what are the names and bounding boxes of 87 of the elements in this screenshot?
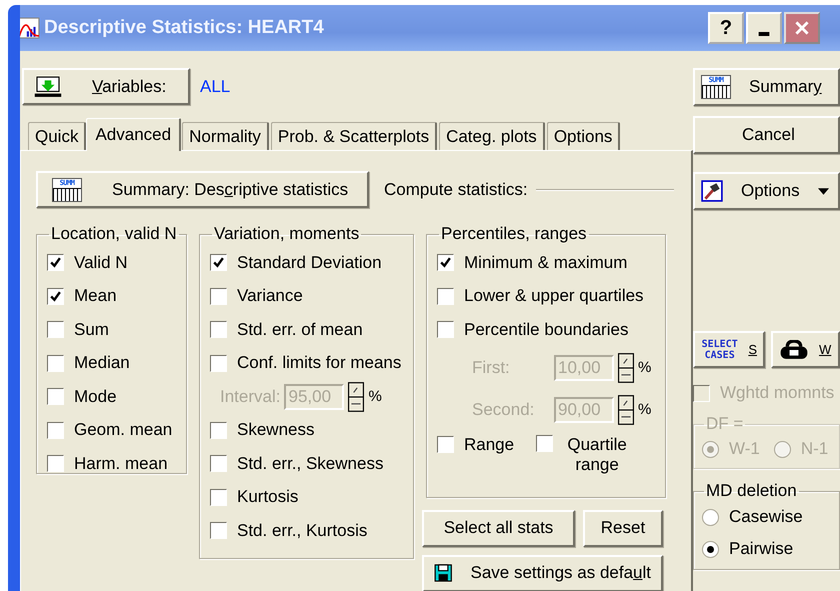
hammer-icon (701, 180, 723, 202)
checkbox-label: Std. err., Kurtosis (237, 520, 368, 541)
checkbox[interactable] (47, 455, 64, 472)
percent-sign: % (638, 359, 652, 376)
group-title: MD deletion (705, 481, 798, 501)
checkbox-label: Sum (74, 320, 109, 340)
checkbox-label: Median (74, 353, 130, 374)
checkbox[interactable] (437, 288, 454, 305)
tab[interactable]: Prob. & Scatterplots (270, 122, 438, 150)
checkbox-label: Range (464, 434, 514, 454)
save-settings-button[interactable]: Save settings as default (422, 554, 663, 591)
tab[interactable]: Categ. plots (439, 122, 545, 150)
weight-button[interactable]: W (771, 331, 840, 368)
options-button[interactable]: Options (693, 172, 840, 210)
spin-buttons-icon[interactable] (618, 352, 634, 382)
checkbox[interactable] (536, 434, 554, 452)
radio-button[interactable] (702, 540, 719, 558)
checkbox-label: Valid N (74, 252, 128, 273)
group-title: Variation, moments (213, 224, 360, 244)
checkbox-label: Minimum & maximum (464, 252, 628, 273)
checkbox-label: Std. err. of mean (237, 320, 363, 340)
tab[interactable]: Normality (182, 122, 269, 150)
checkbox-label: Mode (74, 386, 117, 407)
tab[interactable]: Options (546, 122, 620, 150)
dropdown-arrow-icon (818, 188, 829, 194)
checkbox-label: Std. err., Skewness (237, 454, 384, 474)
cancel-button[interactable]: Cancel (693, 116, 840, 154)
section-label: Compute statistics: (384, 180, 528, 200)
checkbox[interactable] (47, 288, 64, 305)
percent-sign: % (638, 401, 652, 418)
help-button[interactable]: ? (708, 12, 744, 44)
checkbox-label: Lower & upper quartiles (464, 286, 644, 306)
chart-icon (20, 17, 40, 39)
spin-buttons-icon[interactable] (348, 382, 364, 412)
checkbox-label: Variance (237, 286, 303, 306)
spin-buttons-icon[interactable] (618, 394, 634, 424)
checkbox-label: Mean (74, 286, 117, 306)
select-cases-button[interactable]: SELECT CASES S (693, 331, 765, 368)
window-title: Descriptive Statistics: HEART4 (44, 17, 324, 39)
radio-label: Pairwise (729, 539, 794, 559)
tab[interactable]: Advanced (86, 118, 182, 151)
checkbox[interactable] (47, 388, 64, 406)
checkbox[interactable] (210, 288, 227, 305)
variables-button[interactable]: Variables: (22, 68, 190, 105)
checkbox[interactable] (437, 254, 454, 272)
field-label: Second: (472, 400, 536, 420)
percent-sign: % (368, 388, 382, 406)
checkbox[interactable] (210, 354, 227, 372)
checkbox-label: Skewness (237, 420, 314, 440)
tab[interactable]: Quick (28, 122, 86, 150)
minimize-button[interactable] (746, 12, 782, 44)
checkbox-label: Standard Deviation (237, 252, 382, 273)
minimize-icon (758, 32, 770, 36)
group-title: Percentiles, ranges (440, 224, 588, 244)
checkbox[interactable] (210, 321, 227, 338)
checkbox[interactable] (437, 321, 454, 338)
checkbox[interactable] (210, 522, 227, 540)
checkbox[interactable] (210, 254, 227, 272)
group-title: Location, valid N (50, 224, 178, 244)
checkbox[interactable] (210, 422, 227, 439)
checkbox-label: Geom. mean (74, 420, 172, 440)
radio-label: Casewise (729, 507, 803, 527)
radio-label: W-1 (729, 439, 760, 459)
checkbox-label: Kurtosis (237, 487, 298, 508)
group-title: DF = (705, 414, 744, 434)
checkbox[interactable] (47, 354, 64, 372)
field-label: First: (472, 358, 511, 378)
weight-icon (779, 340, 809, 360)
checkbox[interactable] (47, 254, 64, 272)
checkbox[interactable] (210, 455, 227, 472)
field-label: Interval: (220, 386, 280, 407)
variables-value: ALL (200, 76, 230, 96)
checkbox[interactable] (47, 422, 64, 439)
radio-button[interactable] (702, 508, 719, 526)
action-button[interactable]: Reset (583, 510, 663, 546)
checkbox[interactable] (47, 321, 64, 338)
checkbox-label: Percentile boundaries (464, 320, 628, 340)
action-button[interactable]: Select all stats (422, 510, 575, 546)
radio-label: N-1 (800, 439, 828, 459)
checkbox[interactable] (210, 488, 227, 506)
checkbox-label: Quartile range (566, 434, 628, 474)
checkbox-label: Harm. mean (74, 454, 168, 474)
checkbox[interactable] (437, 436, 454, 453)
checkbox-label: Wghtd momnts (720, 383, 834, 403)
checkbox-label: Conf. limits for means (237, 353, 402, 374)
close-icon (795, 21, 809, 35)
monitor-arrow-icon (34, 76, 62, 98)
